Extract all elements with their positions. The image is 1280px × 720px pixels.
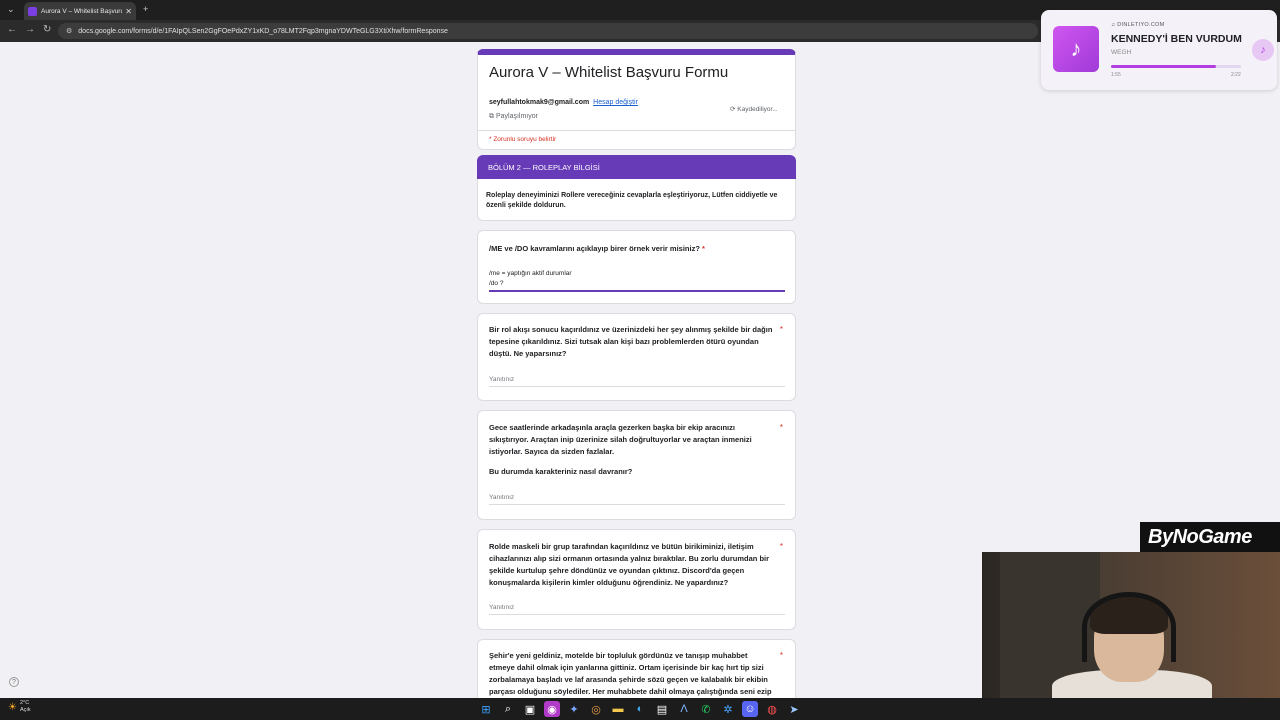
- answer-line-2[interactable]: /do ?: [489, 279, 503, 289]
- save-status: ⟳ Kaydediliyor...: [730, 105, 778, 113]
- settings-icon[interactable]: ✲: [720, 701, 736, 717]
- album-art-music-note-icon: ♪: [1053, 26, 1099, 72]
- divider: [478, 130, 795, 131]
- question-card[interactable]: Bir rol akışı sonucu kaçırıldınız ve üze…: [477, 313, 796, 401]
- required-star: *: [779, 542, 783, 551]
- discord-icon[interactable]: ☺: [742, 701, 758, 717]
- question-card[interactable]: Rolde maskeli bir grup tarafından kaçırı…: [477, 529, 796, 630]
- time-total: 2:22: [1231, 72, 1241, 78]
- question-card[interactable]: /ME ve /DO kavramlarını açıklayıp birer …: [477, 230, 796, 304]
- weather-condition: Açık: [19, 707, 31, 713]
- required-star: *: [779, 423, 783, 432]
- tab-list-icon[interactable]: ⌄: [7, 4, 15, 15]
- chrome-icon[interactable]: ◎: [588, 701, 604, 717]
- webcam-headphones: [1082, 592, 1176, 662]
- brand-logo: ByNoGame: [1140, 522, 1280, 552]
- file-explorer-icon[interactable]: ▬: [610, 701, 626, 717]
- required-star: *: [702, 244, 705, 253]
- browser-tab[interactable]: Aurora V – Whitelist Başvuru Fo ✕: [24, 2, 136, 20]
- weather-temp: 2°C: [19, 700, 30, 706]
- share-status: ⧉ Paylaşılmıyor: [489, 113, 538, 121]
- search-icon[interactable]: ⌕: [500, 701, 516, 717]
- app-a-icon[interactable]: Λ: [676, 701, 692, 717]
- url-field[interactable]: ⚙ docs.google.com/forms/d/e/1FAIpQLSen2G…: [58, 23, 1038, 39]
- song-title: KENNEDY'İ BEN VURDUM: [1111, 33, 1242, 45]
- taskbar: ☀ 2°C Açık ⊞ ⌕ ▣ ◉ ✦ ◎ ▬ ◐ ▤ Λ ✆ ✲ ☺ ◍ ➤: [0, 698, 1280, 720]
- taskbar-icons: ⊞ ⌕ ▣ ◉ ✦ ◎ ▬ ◐ ▤ Λ ✆ ✲ ☺ ◍ ➤: [478, 701, 808, 717]
- question-label: Gece saatlerinde arkadaşınla araçla geze…: [489, 423, 752, 456]
- weather-widget[interactable]: ☀ 2°C Açık: [8, 700, 31, 714]
- share-status-text: Paylaşılmıyor: [495, 113, 538, 120]
- music-source: ♫ DINLETIYO.COM: [1111, 22, 1165, 28]
- save-status-text: Kaydediliyor...: [737, 106, 778, 113]
- form-title: Aurora V – Whitelist Başvuru Formu: [489, 64, 729, 81]
- forward-icon[interactable]: →: [25, 24, 35, 35]
- section-description-card: Roleplay deneyiminizi Rollere vereceğini…: [477, 179, 796, 221]
- time-current: 1:55: [1111, 72, 1121, 78]
- close-tab-icon[interactable]: ✕: [125, 7, 132, 16]
- reload-icon[interactable]: ↻: [43, 24, 51, 35]
- answer-input[interactable]: Yanıtınız: [489, 494, 514, 501]
- question-label: /ME ve /DO kavramlarını açıklayıp birer …: [489, 244, 700, 253]
- required-note: * Zorunlu soruyu belirtir: [489, 136, 557, 143]
- obs-icon[interactable]: ◍: [764, 701, 780, 717]
- music-note-button-icon[interactable]: ♪: [1252, 39, 1274, 61]
- edge-icon[interactable]: ◐: [632, 701, 648, 717]
- weather-sun-icon: ☀: [8, 701, 17, 713]
- task-view-icon[interactable]: ▣: [522, 701, 538, 717]
- new-tab-icon[interactable]: +: [143, 4, 148, 14]
- progress-fill: [1111, 65, 1217, 68]
- answer-field-underline-active: [489, 290, 785, 292]
- question-sub-label: Bu durumda karakteriniz nasıl davranır?: [489, 467, 633, 476]
- required-star: *: [779, 325, 783, 334]
- music-source-text: DINLETIYO.COM: [1117, 22, 1165, 28]
- tab-title: Aurora V – Whitelist Başvuru Fo: [41, 7, 123, 15]
- question-text: /ME ve /DO kavramlarını açıklayıp birer …: [489, 243, 775, 255]
- answer-field-underline: [489, 386, 785, 387]
- answer-field-underline: [489, 504, 785, 505]
- app-icon[interactable]: ◉: [544, 701, 560, 717]
- back-icon[interactable]: ←: [7, 24, 17, 35]
- form-title-card: Aurora V – Whitelist Başvuru Formu seyfu…: [477, 49, 796, 150]
- required-star: *: [779, 651, 783, 660]
- account-email: seyfullahtokmak9@gmail.com Hesap değişti…: [489, 99, 638, 106]
- whatsapp-icon[interactable]: ✆: [698, 701, 714, 717]
- help-icon[interactable]: ?: [9, 677, 19, 687]
- now-playing-widget: ♪ ♫ DINLETIYO.COM KENNEDY'İ BEN VURDUM W…: [1041, 10, 1277, 90]
- start-icon[interactable]: ⊞: [478, 701, 494, 717]
- answer-line-1[interactable]: /me = yaptığın aktif durumlar: [489, 269, 572, 279]
- switch-account-link[interactable]: Hesap değiştir: [593, 99, 638, 106]
- section-description: Roleplay deneyiminizi Rollere vereceğini…: [486, 192, 778, 209]
- weather-text: 2°C Açık: [20, 700, 31, 714]
- section-header: BÖLÜM 2 — ROLEPLAY BİLGİSİ: [477, 155, 796, 179]
- question-label: Şehir'e yeni geldiniz, motelde bir toplu…: [489, 651, 772, 696]
- music-note-icon: ♫: [1111, 22, 1116, 28]
- question-card[interactable]: Gece saatlerinde arkadaşınla araçla geze…: [477, 410, 796, 520]
- answer-input[interactable]: Yanıtınız: [489, 604, 514, 611]
- answer-input[interactable]: Yanıtınız: [489, 376, 514, 383]
- url-text: docs.google.com/forms/d/e/1FAIpQLSen2GgF…: [78, 27, 448, 35]
- song-artist: WEGH: [1111, 49, 1132, 56]
- store-icon[interactable]: ▤: [654, 701, 670, 717]
- answer-field-underline: [489, 614, 785, 615]
- webcam-feed: [982, 552, 1280, 698]
- question-label: Rolde maskeli bir grup tarafından kaçırı…: [489, 542, 770, 587]
- site-info-icon[interactable]: ⚙: [66, 27, 72, 35]
- forms-favicon-icon: [28, 6, 37, 16]
- not-shared-icon: ⧉: [489, 113, 494, 120]
- question-label: Bir rol akışı sonucu kaçırıldınız ve üze…: [489, 325, 773, 358]
- puzzle-app-icon[interactable]: ✦: [566, 701, 582, 717]
- sync-icon: ⟳: [730, 106, 736, 113]
- steam-icon[interactable]: ➤: [786, 701, 802, 717]
- account-email-text: seyfullahtokmak9@gmail.com: [489, 99, 590, 106]
- progress-track: [1111, 65, 1241, 68]
